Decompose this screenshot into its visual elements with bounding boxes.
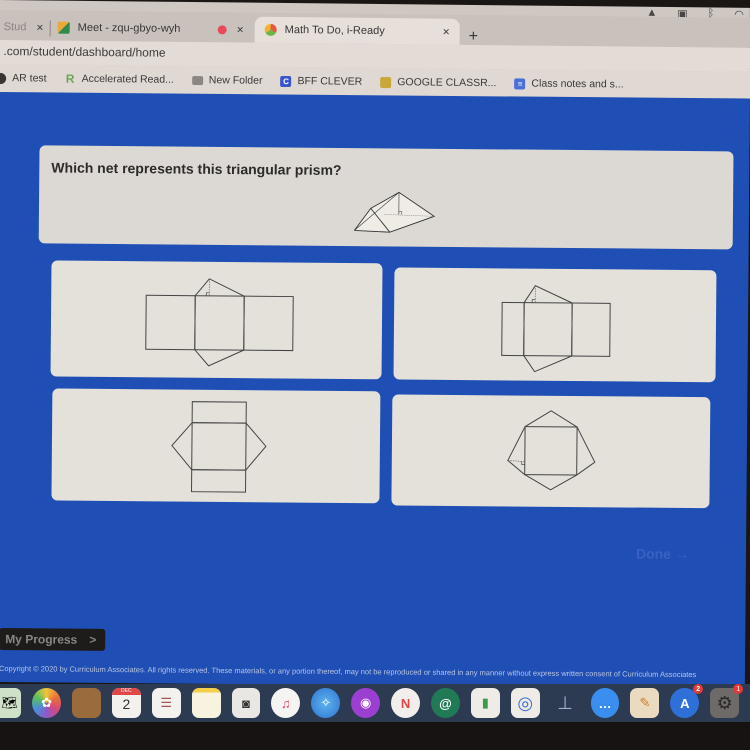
clever-icon: C <box>280 75 292 87</box>
bookmark-label: New Folder <box>208 74 263 87</box>
bookmark-ar-test[interactable]: AR test <box>0 72 47 85</box>
google-classroom-icon <box>380 76 392 88</box>
answer-choice-a[interactable] <box>50 260 383 380</box>
news-icon[interactable]: N <box>391 688 421 718</box>
tab-math-to-do[interactable]: Math To Do, i-Ready × <box>254 16 460 45</box>
tab-recording[interactable]: × <box>217 16 244 42</box>
iready-page: Which net represents this triangular pri… <box>0 92 750 689</box>
my-progress-label: My Progress <box>5 632 78 647</box>
pages-icon[interactable]: ✎ <box>630 688 660 718</box>
bookmark-class-notes[interactable]: ≡ Class notes and s... <box>514 77 624 91</box>
net-diagram-a <box>145 278 294 367</box>
net-diagram-c <box>171 401 267 493</box>
iready-icon <box>264 23 277 36</box>
macos-dock: 🗺 ✿ DEC 2 ☰ ◙ ♫ ✧ ◉ N @ ▮ ◎ ⊥ … ✎ A 2 ⚙ … <box>0 684 750 722</box>
folder-icon <box>191 75 203 85</box>
tab-label: Meet - zqu-gbyo-wyh <box>77 21 181 35</box>
numbers-icon[interactable]: ▮ <box>470 688 500 718</box>
bookmark-label: Accelerated Read... <box>81 72 174 86</box>
net-diagram-d <box>507 410 596 491</box>
bookmark-label: Class notes and s... <box>531 77 624 91</box>
triangular-prism-figure <box>354 191 436 233</box>
photos-icon[interactable]: ✿ <box>32 688 61 718</box>
chevron-right-icon: > <box>89 632 97 647</box>
calendar-day: 2 <box>122 696 131 712</box>
notification-badge: 2 <box>693 684 704 694</box>
music-icon[interactable]: ♫ <box>271 688 301 718</box>
notes-icon[interactable] <box>191 688 221 718</box>
tab-separator <box>49 20 51 37</box>
google-docs-icon: ≡ <box>514 77 526 90</box>
answer-choice-d[interactable] <box>391 394 711 509</box>
safari-icon[interactable]: ✧ <box>311 688 341 718</box>
net-diagram-b <box>501 285 611 373</box>
maps-icon[interactable]: 🗺 <box>0 688 22 718</box>
done-button[interactable]: Done → <box>636 546 689 562</box>
calendar-month: DEC <box>111 688 141 695</box>
system-preferences-icon[interactable]: ⚙ 1 <box>710 684 744 718</box>
ar-icon <box>0 72 7 84</box>
bookmark-label: GOOGLE CLASSR... <box>397 76 497 90</box>
podcasts-icon[interactable]: ◉ <box>351 688 381 718</box>
close-icon[interactable]: × <box>443 25 450 39</box>
notification-badge: 1 <box>733 684 744 694</box>
contacts-icon[interactable] <box>72 688 101 718</box>
google-meet-icon <box>57 21 70 34</box>
hangouts-chat-icon[interactable]: @ <box>431 688 460 718</box>
close-icon[interactable]: × <box>36 20 43 34</box>
keynote-icon[interactable]: ⊥ <box>551 688 580 718</box>
chrome-icon[interactable]: ◎ <box>510 688 540 718</box>
question-card: Which net represents this triangular pri… <box>38 145 734 250</box>
app-store-icon[interactable]: A 2 <box>670 684 704 718</box>
tab-label: Math To Do, i-Ready <box>284 23 385 38</box>
calendar-icon[interactable]: DEC 2 <box>111 688 141 718</box>
copyright-notice: Copyright © 2020 by Curriculum Associate… <box>0 664 697 680</box>
bookmark-google-classroom[interactable]: GOOGLE CLASSR... <box>380 76 497 90</box>
reminders-icon[interactable]: ☰ <box>151 688 181 718</box>
question-prompt: Which net represents this triangular pri… <box>51 159 342 178</box>
messages-icon[interactable]: … <box>590 688 620 718</box>
bookmark-label: BFF CLEVER <box>297 75 363 88</box>
url-text[interactable]: .com/student/dashboard/home <box>3 44 165 60</box>
browser-chrome: ▲ ▣ ᛒ ◠ Stud × Meet - zqu-gbyo-wyh × Mat… <box>0 0 750 108</box>
recording-dot-icon <box>217 24 227 34</box>
tab-stud[interactable]: Stud × <box>0 14 44 40</box>
bookmark-bff-clever[interactable]: C BFF CLEVER <box>280 75 362 88</box>
screenshot-icon[interactable]: ◙ <box>231 688 261 718</box>
renaissance-r-icon: R <box>65 71 75 86</box>
answer-choice-b[interactable] <box>393 267 717 383</box>
my-progress-button[interactable]: My Progress > <box>0 628 106 651</box>
answer-choice-c[interactable] <box>51 388 381 504</box>
screen-bezel <box>0 722 750 750</box>
bookmark-label: AR test <box>12 72 47 85</box>
bookmark-new-folder[interactable]: New Folder <box>191 74 263 87</box>
bookmark-accelerated-reader[interactable]: R Accelerated Read... <box>65 71 174 86</box>
tab-meet[interactable]: Meet - zqu-gbyo-wyh <box>57 15 181 42</box>
tab-label: Stud <box>3 21 27 34</box>
new-tab-button[interactable]: + <box>469 28 479 46</box>
close-icon[interactable]: × <box>237 22 244 36</box>
